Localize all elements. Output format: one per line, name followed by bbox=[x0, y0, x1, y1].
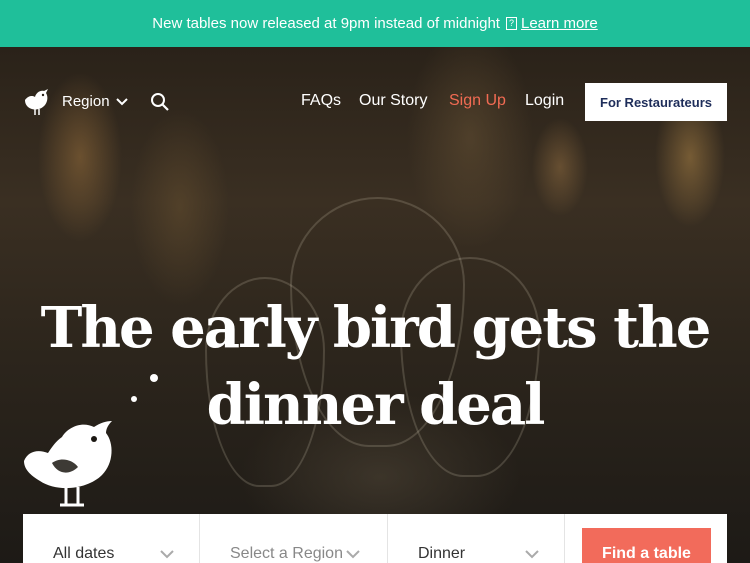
region-placeholder: Select a Region bbox=[230, 545, 343, 562]
help-icon: ? bbox=[505, 17, 517, 30]
announcement-banner: New tables now released at 9pm instead o… bbox=[0, 0, 750, 47]
nav-link-sign-up[interactable]: Sign Up bbox=[449, 92, 506, 110]
top-navbar: Region FAQs Our Story Sign Up Login For … bbox=[0, 83, 750, 121]
decorative-dot bbox=[131, 396, 137, 402]
headline-line-1: The early bird gets the bbox=[40, 295, 712, 361]
chevron-down-icon bbox=[160, 550, 174, 559]
chevron-down-icon bbox=[525, 550, 539, 559]
bird-logo-icon[interactable] bbox=[22, 87, 52, 117]
decorative-dot bbox=[150, 374, 158, 382]
meal-value: Dinner bbox=[418, 545, 466, 562]
nav-link-our-story[interactable]: Our Story bbox=[359, 92, 427, 110]
region-select[interactable]: Select a Region bbox=[200, 514, 388, 563]
learn-more-link[interactable]: Learn more bbox=[521, 15, 598, 32]
booking-search-bar: All dates Select a Region Dinner Find a … bbox=[23, 514, 727, 563]
for-restaurateurs-button[interactable]: For Restaurateurs bbox=[585, 83, 727, 121]
meal-select[interactable]: Dinner bbox=[388, 514, 565, 563]
chevron-down-icon bbox=[115, 97, 128, 105]
region-dropdown[interactable]: Region bbox=[62, 93, 128, 110]
headline-line-2: dinner deal bbox=[206, 372, 546, 438]
region-label: Region bbox=[62, 93, 110, 110]
nav-link-faqs[interactable]: FAQs bbox=[301, 92, 341, 110]
chevron-down-icon bbox=[346, 550, 360, 559]
date-value: All dates bbox=[53, 545, 115, 562]
announcement-text: New tables now released at 9pm instead o… bbox=[152, 15, 500, 32]
hero-section: Region FAQs Our Story Sign Up Login For … bbox=[0, 47, 750, 563]
bird-mascot-icon bbox=[24, 421, 112, 507]
search-icon[interactable] bbox=[150, 92, 170, 112]
date-select[interactable]: All dates bbox=[23, 514, 200, 563]
find-a-table-button[interactable]: Find a table bbox=[582, 528, 711, 563]
nav-link-login[interactable]: Login bbox=[525, 92, 564, 110]
